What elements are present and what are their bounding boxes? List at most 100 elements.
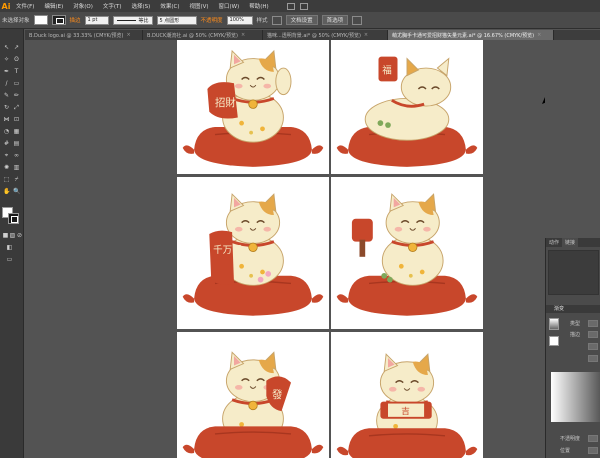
paintbrush-icon[interactable]: ✎: [3, 93, 10, 99]
canvas-area[interactable]: 招財 福 千万币 發 吉: [25, 40, 554, 458]
document-setup-button[interactable]: 文档设置: [285, 15, 318, 25]
style-label: 样式: [256, 18, 268, 24]
menu-help[interactable]: 帮助(H): [249, 2, 268, 10]
gradient-opacity-field[interactable]: [588, 435, 598, 442]
zoom-tool-icon[interactable]: 🔍: [13, 189, 20, 195]
tab-links[interactable]: 链接: [562, 238, 579, 247]
brush-select[interactable]: 5 点圆形: [156, 15, 197, 25]
menu-object[interactable]: 对象(O): [73, 2, 93, 10]
menu-type[interactable]: 文字(T): [103, 2, 122, 10]
blend-tool-icon[interactable]: ∞: [13, 153, 20, 159]
tab-bduck-club[interactable]: B.DUCK潮流社.ai @ 50% (CMYK/预览) ×: [143, 30, 263, 40]
type-tool-icon[interactable]: T: [13, 69, 20, 75]
lucky-cat-fan2-artwork: 發: [181, 350, 325, 458]
magic-wand-icon[interactable]: ✧: [3, 57, 10, 63]
stroke-color-swatch[interactable]: [8, 213, 19, 224]
bridge-icon[interactable]: [286, 2, 295, 10]
selection-tool-icon[interactable]: ↖: [3, 45, 10, 51]
artboard-6[interactable]: 吉: [331, 332, 483, 458]
right-panel: 动作 链接 渐变 类型 描边 不透明度 位置: [545, 238, 600, 458]
stroke-swatch[interactable]: [51, 15, 66, 25]
gradient-type-select[interactable]: [588, 320, 598, 327]
direct-selection-tool-icon[interactable]: ↗: [13, 45, 20, 51]
gradient-fill-swatch[interactable]: [549, 336, 559, 346]
artboard-tool-icon[interactable]: ⬚: [3, 177, 10, 183]
draw-mode-icon[interactable]: ◧: [6, 245, 13, 251]
stroke-profile-select[interactable]: 等比: [112, 15, 153, 25]
opacity-label[interactable]: 不透明度: [201, 16, 223, 24]
menu-file[interactable]: 文件(F): [16, 2, 34, 10]
menu-effect[interactable]: 效果(C): [160, 2, 179, 10]
width-tool-icon[interactable]: ⋈: [3, 117, 10, 123]
close-icon[interactable]: ×: [364, 32, 368, 38]
graph-tool-icon[interactable]: ▥: [13, 165, 20, 171]
gradient-stroke-select[interactable]: [588, 331, 598, 338]
tab-cat-transparent[interactable]: 猫咪...透明背景.ai* @ 50% (CMYK/预览) ×: [263, 30, 388, 40]
main-menu: 文件(F) 编辑(E) 对象(O) 文字(T) 选择(S) 效果(C) 视图(V…: [12, 2, 269, 10]
fill-swatch[interactable]: [33, 15, 48, 25]
hand-tool-icon[interactable]: ✋: [3, 189, 10, 195]
pencil-icon[interactable]: ✏: [13, 93, 20, 99]
sign-text: 福: [382, 65, 392, 77]
links-list: [548, 250, 599, 295]
scale-tool-icon[interactable]: ⤢: [13, 105, 20, 111]
tab-bduck-logo[interactable]: B.Duck logo.ai @ 33.33% (CMYK/预览) ×: [25, 30, 143, 40]
close-icon[interactable]: ×: [126, 32, 130, 38]
perspective-grid-icon[interactable]: ▦: [13, 129, 20, 135]
line-tool-icon[interactable]: /: [3, 81, 10, 87]
preferences-button[interactable]: 首选项: [321, 15, 349, 25]
opacity-field[interactable]: 100%: [226, 15, 253, 25]
gradient-angle-field[interactable]: [588, 343, 598, 350]
none-mode-icon[interactable]: ⊘: [16, 233, 23, 239]
artboard-5[interactable]: 發: [177, 332, 329, 458]
lasso-icon[interactable]: ʘ: [13, 57, 20, 63]
slice-tool-icon[interactable]: ⌿: [13, 177, 20, 183]
workspace-icons: [286, 2, 308, 10]
menu-view[interactable]: 视图(V): [189, 2, 208, 10]
fan2-text: 發: [272, 388, 283, 401]
free-transform-icon[interactable]: ⊡: [13, 117, 20, 123]
tab-actions[interactable]: 动作: [546, 238, 562, 247]
gradient-mode-icon[interactable]: ▨: [9, 233, 16, 239]
artboard-3[interactable]: 千万币: [177, 177, 329, 329]
stroke-label[interactable]: 描边: [70, 16, 81, 24]
gradient-ratio-field[interactable]: [588, 355, 598, 362]
close-icon[interactable]: ×: [537, 32, 541, 38]
lucky-cat-banner-artwork: 千万币: [181, 192, 325, 317]
tab-label: B.Duck logo.ai @ 33.33% (CMYK/预览): [29, 32, 124, 39]
gradient-tool-icon[interactable]: ▤: [13, 141, 20, 147]
color-mode-icon[interactable]: ■: [2, 233, 9, 239]
arrange-icon[interactable]: [352, 15, 363, 25]
fan-text: 招財: [215, 96, 236, 109]
arrange-docs-icon[interactable]: [299, 2, 308, 10]
mesh-tool-icon[interactable]: #: [3, 141, 10, 147]
stroke-profile-label: 等比: [138, 17, 149, 24]
menu-edit[interactable]: 编辑(E): [44, 2, 63, 10]
gradient-position-label: 位置: [560, 448, 571, 454]
app-logo: Ai: [1, 1, 11, 11]
gradient-panel-title[interactable]: 渐变: [546, 305, 600, 313]
menu-bar: Ai 文件(F) 编辑(E) 对象(O) 文字(T) 选择(S) 效果(C) 视…: [0, 0, 600, 12]
rotate-tool-icon[interactable]: ↻: [3, 105, 10, 111]
shape-builder-icon[interactable]: ◔: [3, 129, 10, 135]
scroll-text: 吉: [401, 406, 410, 417]
gradient-thumbnail[interactable]: [549, 318, 559, 330]
menu-select[interactable]: 选择(S): [132, 2, 151, 10]
style-swatch-icon[interactable]: [271, 15, 282, 25]
stroke-weight-field[interactable]: 1 pt: [84, 15, 109, 25]
lucky-cat-mallet-artwork: [335, 192, 479, 317]
close-icon[interactable]: ×: [241, 32, 245, 38]
tab-lucky-cat-active[interactable]: 萌尤胸手卡通可爱招财猫矢量元素.ai* @ 16.67% (CMYK/预览) ×: [388, 30, 554, 40]
rectangle-tool-icon[interactable]: ▭: [13, 81, 20, 87]
gradient-slider[interactable]: [551, 372, 600, 422]
eyedropper-icon[interactable]: ⌖: [3, 153, 10, 159]
artboard-2[interactable]: 福: [331, 40, 483, 174]
artboard-1[interactable]: 招財: [177, 40, 329, 174]
symbol-sprayer-icon[interactable]: ✺: [3, 165, 10, 171]
pen-tool-icon[interactable]: ✒: [3, 69, 10, 75]
menu-window[interactable]: 窗口(W): [219, 2, 240, 10]
gradient-position-field[interactable]: [588, 447, 598, 454]
artboard-4[interactable]: [331, 177, 483, 329]
banner-text: 千万币: [213, 245, 242, 256]
screen-mode-icon[interactable]: ▭: [6, 257, 13, 263]
